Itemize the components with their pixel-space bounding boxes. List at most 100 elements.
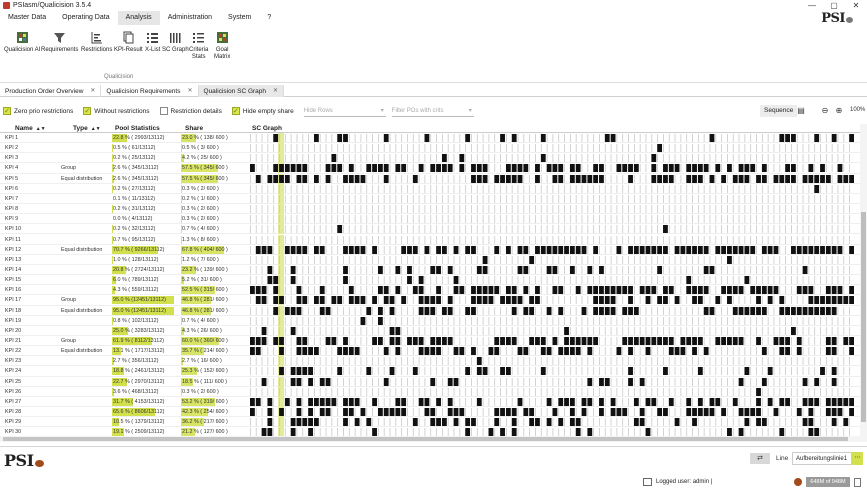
zero-prio-restrictions-checkbox[interactable]: ✓ Zero prio restrictions bbox=[3, 107, 73, 115]
criteria-stats-button[interactable]: Criteria Stats bbox=[189, 30, 208, 61]
sc-graph-divider bbox=[453, 144, 455, 153]
sc-graph-divider bbox=[616, 326, 618, 335]
table-row[interactable]: KPI 10 0.2 % ( 32/13112) 0.7 % ( 4/ 600 ) bbox=[0, 224, 860, 235]
sc-graph-divider bbox=[581, 215, 583, 224]
sc-graph-divider bbox=[459, 387, 461, 396]
maximize-button[interactable]: ▢ bbox=[823, 0, 845, 11]
kpi-name-text: KPI 22 bbox=[5, 348, 22, 355]
table-row[interactable]: KPI 1 22.8 % ( 2993/13112) 23.0 % ( 138/ 6… bbox=[0, 133, 860, 144]
sc-graph-divider bbox=[820, 215, 821, 224]
sc-graph-mark bbox=[383, 347, 389, 356]
close-tab-icon[interactable]: ✕ bbox=[187, 86, 192, 97]
minimize-button[interactable]: — bbox=[801, 0, 823, 11]
scroll-thumb[interactable] bbox=[3, 437, 848, 441]
table-row[interactable]: KPI 15 6.0 % ( 789/13112) 5.2 % ( 31/ 600 … bbox=[0, 275, 860, 286]
table-row[interactable]: KPI 4 Group 2.6 % ( 345/13112) 57.5 % ( 345… bbox=[0, 163, 860, 174]
table-row[interactable]: KPI 7 0.1 % ( 11/13112) 0.2 % ( 1/ 600 ) bbox=[0, 193, 860, 205]
sequence-button[interactable]: Sequence bbox=[760, 105, 798, 117]
without-restrictions-checkbox[interactable]: ✓ Without restrictions bbox=[83, 107, 150, 115]
table-row[interactable]: KPI 13 1.0 % ( 128/13112) 1.2 % ( 7/ 600 ) bbox=[0, 254, 860, 265]
horizontal-scrollbar[interactable] bbox=[0, 436, 860, 442]
menu-analysis[interactable]: Analysis bbox=[117, 11, 160, 25]
table-row[interactable]: KPI 8 0.2 % ( 31/13112) 0.3 % ( 2/ 600 ) bbox=[0, 204, 860, 215]
requirements-button[interactable]: Requirements bbox=[41, 30, 78, 54]
hide-rows-dropdown[interactable]: Hide Rows ▾ bbox=[303, 106, 386, 117]
sc-graph-divider bbox=[587, 387, 589, 396]
table-row[interactable]: KPI 26 3.6 % ( 468/13112) 0.3 % ( 2/ 600 ) bbox=[0, 386, 860, 397]
table-row[interactable]: KPI 11 0.7 % ( 95/13112) 1.3 % ( 8/ 600 ) bbox=[0, 234, 860, 245]
table-row[interactable]: KPI 20 25.0 % ( 3283/13112) 4.3 % ( 26/ 60… bbox=[0, 325, 860, 336]
table-row[interactable]: KPI 9 0.0 % ( 4/13112) 0.3 % ( 2/ 600 ) bbox=[0, 214, 860, 225]
menu-master-data[interactable]: Master Data bbox=[0, 11, 54, 25]
table-row[interactable]: KPI 28 65.6 % ( 8606/13112) 42.3 % ( 254/ … bbox=[0, 407, 860, 418]
filter-pos-dropdown[interactable]: Filter POs with crits ▾ bbox=[391, 106, 474, 117]
close-button[interactable]: ✕ bbox=[845, 0, 867, 11]
sort-icon[interactable]: ▲▼ bbox=[91, 126, 101, 132]
table-row[interactable]: KPI 12 Equal distribution 70.7 % ( 9266/13… bbox=[0, 244, 860, 255]
line-select[interactable]: Aufbereitungslinie1 bbox=[792, 452, 852, 465]
tab-qualicision-requirements[interactable]: Qualicision Requirements ✕ bbox=[101, 85, 199, 97]
sc-graph-divider bbox=[465, 265, 467, 274]
table-row[interactable]: KPI 18 Equal distribution 95.0 % (12451/13… bbox=[0, 305, 860, 316]
kpi-type: Equal distribution bbox=[60, 245, 112, 255]
close-tab-icon[interactable]: ✕ bbox=[90, 86, 95, 97]
garbage-collect-icon[interactable] bbox=[854, 478, 861, 487]
restrictions-button[interactable]: Restrictions bbox=[81, 30, 112, 54]
sc-graph-divider bbox=[651, 306, 653, 315]
column-header-name[interactable]: Name ▲▼ bbox=[15, 124, 46, 133]
sc-graph-divider bbox=[651, 184, 653, 193]
sort-icon[interactable]: ▲▼ bbox=[36, 126, 46, 132]
goal-matrix-button[interactable]: Goal Matrix bbox=[214, 30, 230, 61]
zoom-out-icon[interactable]: ⊖ bbox=[820, 106, 830, 116]
table-row[interactable]: KPI 19 0.8 % ( 102/13112) 0.7 % ( 4/ 600 ) bbox=[0, 315, 860, 326]
menu-operating-data[interactable]: Operating Data bbox=[54, 11, 117, 25]
table-row[interactable]: KPI 24 18.8 % ( 2461/13112) 25.3 % ( 152/ … bbox=[0, 366, 860, 377]
refresh-button[interactable]: ⇄ bbox=[750, 453, 770, 464]
line-more-button[interactable]: ⋯ bbox=[852, 452, 863, 465]
close-tab-icon[interactable]: ✕ bbox=[273, 86, 278, 97]
restriction-details-checkbox[interactable]: Restriction details bbox=[159, 107, 222, 115]
sc-graph-mark bbox=[389, 306, 395, 315]
table-row[interactable]: KPI 5 Equal distribution 2.6 % ( 345/13112… bbox=[0, 173, 860, 184]
sc-graph-divider bbox=[407, 296, 408, 305]
table-row[interactable]: KPI 14 20.8 % ( 2724/13112) 23.2 % ( 139/ … bbox=[0, 264, 860, 276]
table-row[interactable]: KPI 23 2.7 % ( 356/13112) 2.7 % ( 16/ 600 … bbox=[0, 356, 860, 367]
sc-graph-divider bbox=[488, 194, 490, 203]
table-row[interactable]: KPI 25 22.7 % ( 2970/13112) 18.5 % ( 111/ … bbox=[0, 376, 860, 387]
sc-graph-mark bbox=[430, 408, 436, 417]
sc-graph-divider bbox=[482, 316, 484, 325]
menu-system[interactable]: System bbox=[220, 11, 259, 25]
tab-production-order-overview[interactable]: Production Order Overview ✕ bbox=[0, 85, 102, 97]
vertical-scrollbar[interactable] bbox=[860, 124, 867, 442]
x-list-button[interactable]: X-List bbox=[145, 30, 160, 54]
table-row[interactable]: KPI 21 Group 61.9 % ( 8112/13112) 60.0 % ( … bbox=[0, 336, 860, 347]
table-row[interactable]: KPI 22 Equal distribution 13.1 % ( 1717/13… bbox=[0, 346, 860, 357]
table-row[interactable]: KPI 17 Group 95.0 % (12451/13112) 46.8 % ( … bbox=[0, 295, 860, 306]
scroll-thumb[interactable] bbox=[861, 212, 866, 422]
table-row[interactable]: KPI 6 0.2 % ( 27/13112) 0.3 % ( 2/ 600 ) bbox=[0, 183, 860, 194]
table-row[interactable]: KPI 2 0.5 % ( 61/13112) 0.5 % ( 3/ 600 ) bbox=[0, 143, 860, 154]
kpi-result-button[interactable]: KPI-Result bbox=[114, 30, 143, 54]
table-row[interactable]: KPI 27 31.7 % ( 4153/13112) 53.2 % ( 319/ … bbox=[0, 396, 860, 408]
sc-graph-button[interactable]: SC Graph bbox=[162, 30, 189, 54]
sc-graph-divider bbox=[546, 357, 548, 366]
sc-graph-divider bbox=[610, 215, 612, 224]
sc-graph-divider bbox=[412, 316, 414, 325]
sc-graph-divider bbox=[686, 357, 688, 366]
table-row[interactable]: KPI 16 4.3 % ( 559/13112) 52.5 % ( 315/ 60… bbox=[0, 285, 860, 296]
sc-graph-mark bbox=[825, 245, 831, 254]
sc-graph-divider bbox=[779, 154, 781, 163]
export-document-icon[interactable]: ▤ bbox=[796, 106, 806, 116]
zoom-in-icon[interactable]: ⊕ bbox=[834, 106, 844, 116]
qualicision-ai-button[interactable]: Qualicision AI bbox=[4, 30, 40, 54]
menu-administration[interactable]: Administration bbox=[160, 11, 220, 25]
sc-graph-divider bbox=[564, 296, 565, 305]
menu-help[interactable]: ? bbox=[259, 11, 279, 25]
column-header-type[interactable]: Type ▲▼ bbox=[73, 124, 101, 133]
tab-qualicision-sc-graph[interactable]: Qualicision SC Graph ✕ bbox=[198, 85, 285, 97]
table-row[interactable]: KPI 29 10.5 % ( 1379/13112) 36.2 % ( 217/ … bbox=[0, 417, 860, 428]
table-row[interactable]: KPI 3 0.2 % ( 25/13112) 4.2 % ( 25/ 600 ) bbox=[0, 153, 860, 164]
kpi-name: KPI 9 bbox=[4, 214, 54, 224]
sc-graph-divider bbox=[727, 205, 728, 214]
hide-empty-share-checkbox[interactable]: ✓ Hide empty share bbox=[231, 107, 294, 115]
